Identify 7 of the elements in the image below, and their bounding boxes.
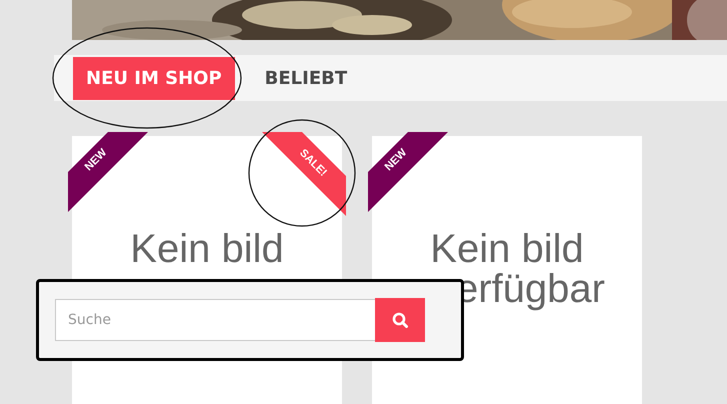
- no-image-text: Kein bild: [130, 229, 284, 269]
- search-field[interactable]: Suche: [55, 299, 375, 341]
- no-image-text: Kein bild: [430, 229, 584, 269]
- tab[interactable]: BELIEBT: [252, 56, 360, 100]
- search-button[interactable]: [375, 298, 425, 342]
- tab[interactable]: NEU IM SHOP: [73, 56, 235, 100]
- search-icon: [392, 312, 408, 328]
